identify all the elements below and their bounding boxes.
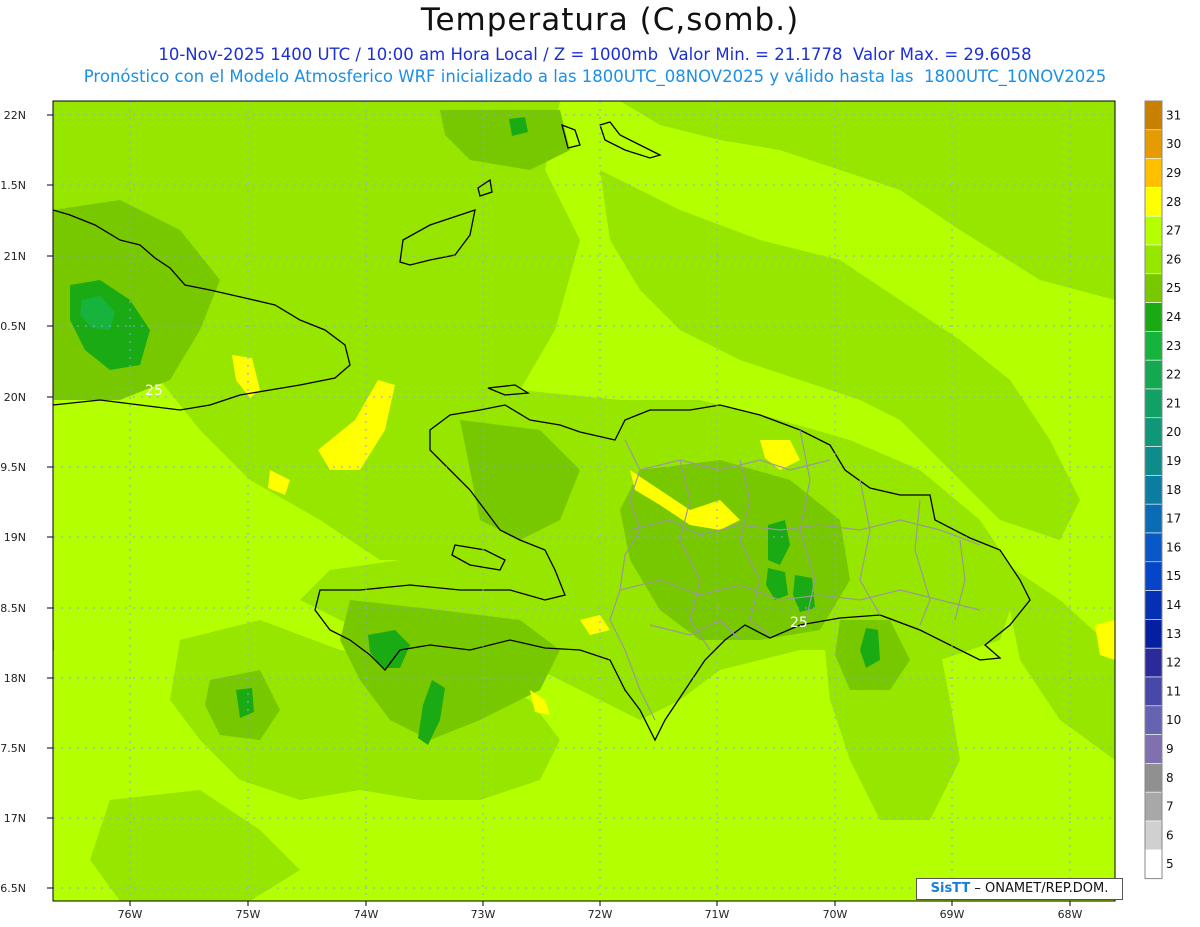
lat-label: 17N: [4, 812, 26, 825]
colorbar-swatch: [1144, 446, 1163, 476]
colorbar-swatch: [1144, 129, 1163, 159]
lat-label: 16.5N: [0, 882, 26, 895]
colorbar-swatch: [1144, 561, 1163, 591]
colorbar-swatch: [1144, 475, 1163, 505]
colorbar-label: 18: [1166, 483, 1181, 497]
colorbar-label: 29: [1166, 166, 1181, 180]
lat-label: 21.5N: [0, 179, 26, 192]
colorbar-label: 15: [1166, 569, 1181, 583]
colorbar-swatch: [1144, 331, 1163, 361]
longitude-labels: 76W 75W 74W 73W 72W 71W 70W 69W 68W: [118, 908, 1083, 921]
lat-label: 21N: [4, 250, 26, 263]
colorbar-swatch: [1144, 705, 1163, 735]
colorbar-label: 14: [1166, 598, 1181, 612]
colorbar-swatch: [1144, 417, 1163, 447]
contour-label-dr: 25: [790, 615, 808, 631]
colorbar-label: 26: [1166, 252, 1181, 266]
colorbar-label: 11: [1166, 684, 1181, 698]
latitude-labels: 22N 21.5N 21N 20.5N 20N 19.5N 19N 18.5N …: [0, 109, 26, 895]
lat-label: 17.5N: [0, 742, 26, 755]
colorbar-label: 10: [1166, 713, 1181, 727]
lon-label: 72W: [588, 908, 613, 921]
colorbar-swatch: [1144, 302, 1163, 332]
colorbar-swatch: [1144, 215, 1163, 246]
colorbar-label: 24: [1166, 310, 1181, 324]
lat-label: 20N: [4, 391, 26, 404]
colorbar-label: 27: [1166, 224, 1181, 238]
credit-box: SisTT – ONAMET/REP.DOM.: [916, 878, 1123, 900]
temperature-map: 25 25 22N 21.5N 21N 20.5N 20N 19.5N 19N …: [0, 100, 1181, 921]
colorbar-label: 17: [1166, 512, 1181, 526]
colorbar-swatch: [1144, 820, 1163, 851]
colorbar-swatch: [1144, 100, 1163, 131]
colorbar-label: 28: [1166, 195, 1181, 209]
colorbar-swatch: [1144, 158, 1163, 188]
colorbar-swatch: [1144, 244, 1163, 275]
credit-text: – ONAMET/REP.DOM.: [970, 881, 1109, 896]
lon-label: 70W: [823, 908, 848, 921]
colorbar-swatch: [1144, 503, 1163, 534]
colorbar-label: 16: [1166, 540, 1181, 554]
lon-label: 68W: [1058, 908, 1083, 921]
colorbar-label: 23: [1166, 339, 1181, 353]
colorbar-label: 7: [1166, 800, 1174, 814]
lon-label: 74W: [354, 908, 379, 921]
colorbar-label: 31: [1166, 108, 1181, 122]
colorbar-swatch: [1144, 647, 1163, 678]
colorbar-swatch: [1144, 676, 1163, 707]
colorbar-swatch: [1144, 187, 1163, 217]
temperature-field: [53, 101, 1115, 901]
lat-label: 19N: [4, 531, 26, 544]
lat-label: 19.5N: [0, 461, 26, 474]
colorbar-label: 19: [1166, 454, 1181, 468]
colorbar-swatch: [1144, 619, 1163, 649]
colorbar-label: 25: [1166, 281, 1181, 295]
colorbar-label: 8: [1166, 771, 1174, 785]
colorbar: 31 30 29 28 27 26 25 24 23 22 21 20 19 18 17 16 15 14 13 12…: [1144, 100, 1181, 880]
lat-label: 22N: [4, 109, 26, 122]
lon-label: 76W: [118, 908, 143, 921]
contour-label-cuba: 25: [145, 383, 163, 399]
longitude-ticks: [129, 901, 1071, 906]
colorbar-label: 21: [1166, 396, 1181, 410]
colorbar-label: 30: [1166, 137, 1181, 151]
colorbar-swatch: [1144, 791, 1163, 822]
colorbar-swatch: [1144, 763, 1163, 793]
colorbar-swatch: [1144, 359, 1163, 390]
lon-label: 75W: [236, 908, 261, 921]
lat-label: 18N: [4, 672, 26, 685]
jamaica-tip: [53, 639, 54, 688]
sispi-logo: SisTT: [930, 881, 971, 896]
lon-label: 73W: [471, 908, 496, 921]
colorbar-swatch: [1144, 273, 1163, 303]
colorbar-swatch: [1144, 590, 1163, 620]
colorbar-swatch: [1144, 849, 1163, 879]
colorbar-label: 13: [1166, 627, 1181, 641]
colorbar-swatch: [1144, 734, 1163, 764]
colorbar-swatch: [1144, 532, 1163, 563]
colorbar-label: 9: [1166, 742, 1174, 756]
colorbar-label: 12: [1166, 656, 1181, 670]
lon-label: 69W: [940, 908, 965, 921]
lat-label: 20.5N: [0, 320, 26, 333]
colorbar-label: 5: [1166, 857, 1174, 871]
colorbar-label: 20: [1166, 425, 1181, 439]
colorbar-label: 6: [1166, 828, 1174, 842]
colorbar-label: 22: [1166, 368, 1181, 382]
lon-label: 71W: [705, 908, 730, 921]
cuba-west-coast: [53, 207, 54, 208]
colorbar-swatch: [1144, 388, 1163, 419]
latitude-ticks: [47, 114, 53, 889]
lat-label: 18.5N: [0, 602, 26, 615]
